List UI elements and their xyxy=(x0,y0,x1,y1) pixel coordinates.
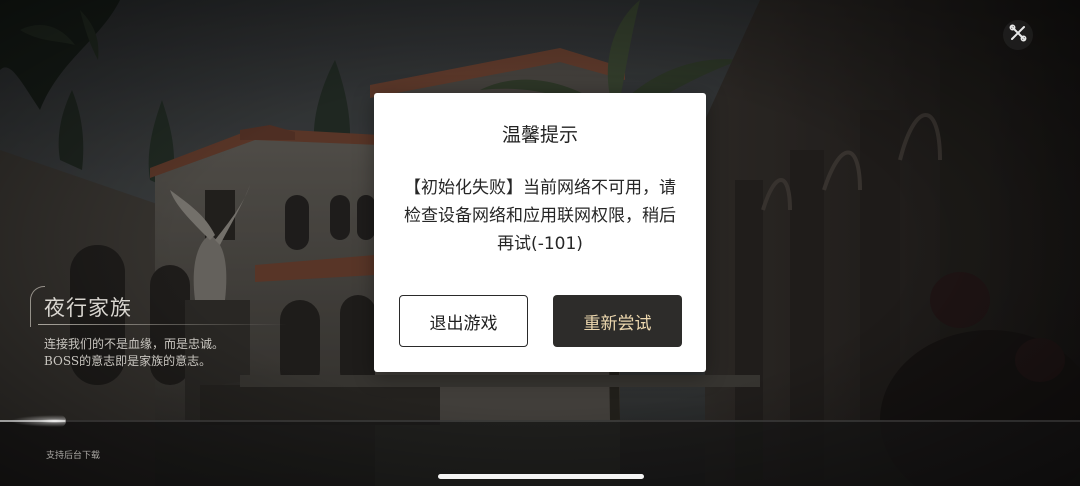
exit-game-button[interactable]: 退出游戏 xyxy=(399,295,528,347)
tools-icon xyxy=(1009,24,1027,46)
loading-title: 夜行家族 xyxy=(44,296,132,320)
loading-progress-track xyxy=(0,420,1080,422)
retry-button[interactable]: 重新尝试 xyxy=(553,295,682,347)
tools-button[interactable] xyxy=(1003,20,1033,50)
loading-description-line-2: BOSS的意志即是家族的意志。 xyxy=(44,354,212,368)
network-error-dialog: 温馨提示 【初始化失败】当前网络不可用，请检查设备网络和应用联网权限，稍后再试(… xyxy=(374,93,706,372)
background-download-hint: 支持后台下载 xyxy=(46,451,101,461)
loading-description-line-1: 连接我们的不是血缘，而是忠诚。 xyxy=(44,337,225,351)
home-indicator[interactable] xyxy=(438,474,644,479)
loading-progress-glow xyxy=(10,415,66,427)
dialog-title: 温馨提示 xyxy=(501,124,578,146)
loading-description: 连接我们的不是血缘，而是忠诚。 BOSS的意志即是家族的意志。 xyxy=(44,336,224,370)
loading-caption: 夜行家族 连接我们的不是血缘，而是忠诚。 BOSS的意志即是家族的意志。 xyxy=(30,286,288,370)
title-bracket-decoration xyxy=(30,286,45,327)
title-underline xyxy=(38,324,288,325)
dialog-message: 【初始化失败】当前网络不可用，请检查设备网络和应用联网权限，稍后再试(-101) xyxy=(404,178,676,254)
